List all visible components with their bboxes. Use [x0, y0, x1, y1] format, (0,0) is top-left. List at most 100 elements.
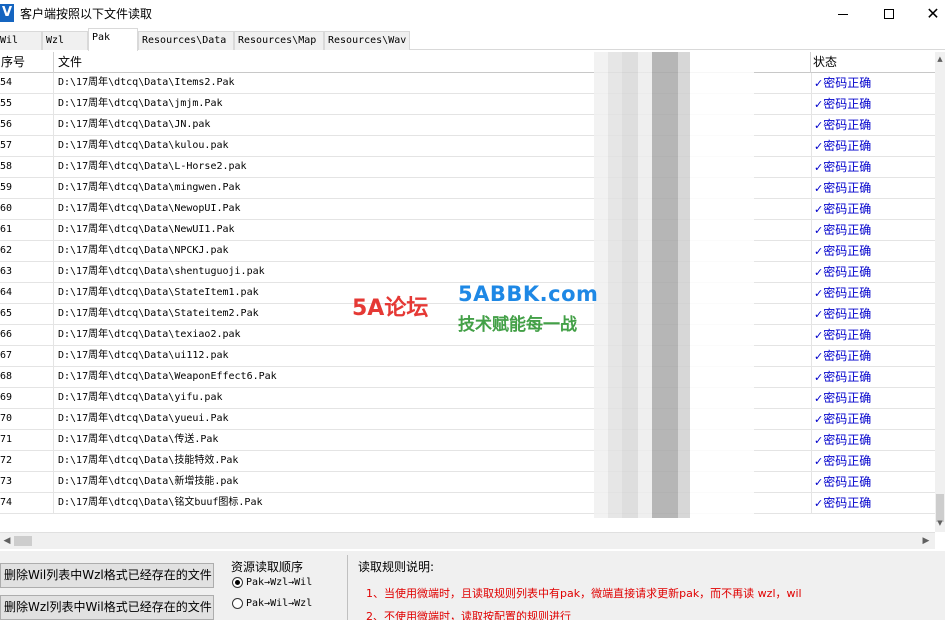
order-option-label: Pak→Wil→Wzl — [246, 598, 313, 609]
tab-wzl[interactable]: Wzl — [42, 31, 88, 50]
minimize-button[interactable] — [820, 0, 866, 28]
row-file-path: D:\17周年\dtcq\Data\yifu.pak — [58, 392, 223, 403]
row-status: ✓密码正确 — [811, 346, 935, 366]
check-icon: ✓ — [814, 119, 824, 132]
table-row[interactable]: 61 D:\17周年\dtcq\Data\NewUI1.Pak ✓密码正确 — [0, 220, 935, 241]
tab-wil[interactable]: Wil — [0, 31, 42, 50]
order-option-pak-wzl-wil[interactable]: Pak→Wzl→Wil — [232, 577, 312, 588]
row-index: 55 — [0, 94, 54, 114]
table-row[interactable]: 65 D:\17周年\dtcq\Data\Stateitem2.Pak ✓密码正确 — [0, 304, 935, 325]
row-status: ✓密码正确 — [811, 94, 935, 114]
row-index: 72 — [0, 451, 54, 471]
delete-wzl-duplicates-button[interactable]: 删除Wzl列表中Wil格式已经存在的文件 — [0, 595, 214, 620]
table-row[interactable]: 60 D:\17周年\dtcq\Data\NewopUI.Pak ✓密码正确 — [0, 199, 935, 220]
row-index: 60 — [0, 199, 54, 219]
check-icon: ✓ — [814, 287, 824, 300]
check-icon: ✓ — [814, 182, 824, 195]
row-status: ✓密码正确 — [811, 241, 935, 261]
table-row[interactable]: 58 D:\17周年\dtcq\Data\L-Horse2.pak ✓密码正确 — [0, 157, 935, 178]
table-row[interactable]: 56 D:\17周年\dtcq\Data\JN.pak ✓密码正确 — [0, 115, 935, 136]
table-row[interactable]: 72 D:\17周年\dtcq\Data\技能特效.Pak ✓密码正确 — [0, 451, 935, 472]
file-list-table[interactable]: 序号 文件 状态 54 D:\17周年\dtcq\Data\Items2.Pak ✓… — [0, 52, 935, 532]
row-file-path: D:\17周年\dtcq\Data\Stateitem2.Pak — [58, 308, 259, 319]
row-status: ✓密码正确 — [811, 451, 935, 471]
scroll-right-icon[interactable]: ▶ — [919, 534, 933, 548]
table-row[interactable]: 74 D:\17周年\dtcq\Data\铭文buuf图标.Pak ✓密码正确 — [0, 493, 935, 514]
close-button[interactable]: ✕ — [910, 0, 945, 28]
scroll-up-icon[interactable]: ▲ — [935, 54, 945, 64]
order-option-pak-wil-wzl[interactable]: Pak→Wil→Wzl — [232, 598, 312, 609]
maximize-button[interactable] — [866, 0, 912, 28]
table-row[interactable]: 59 D:\17周年\dtcq\Data\mingwen.Pak ✓密码正确 — [0, 178, 935, 199]
horizontal-scrollbar[interactable]: ◀ ▶ — [0, 532, 935, 549]
row-file-path: D:\17周年\dtcq\Data\Items2.Pak — [58, 77, 235, 88]
row-status-text: 密码正确 — [823, 391, 872, 405]
column-header-index[interactable]: 序号 — [0, 52, 54, 73]
tab-resources-data[interactable]: Resources\Data — [138, 31, 234, 50]
scroll-left-icon[interactable]: ◀ — [0, 534, 14, 548]
table-row[interactable]: 71 D:\17周年\dtcq\Data\传送.Pak ✓密码正确 — [0, 430, 935, 451]
row-status: ✓密码正确 — [811, 472, 935, 492]
row-file-path: D:\17周年\dtcq\Data\NewUI1.Pak — [58, 224, 235, 235]
row-file-path: D:\17周年\dtcq\Data\传送.Pak — [58, 434, 219, 445]
table-row[interactable]: 66 D:\17周年\dtcq\Data\texiao2.pak ✓密码正确 — [0, 325, 935, 346]
row-status: ✓密码正确 — [811, 199, 935, 219]
row-file-path: D:\17周年\dtcq\Data\铭文buuf图标.Pak — [58, 497, 263, 508]
row-index: 67 — [0, 346, 54, 366]
table-row[interactable]: 57 D:\17周年\dtcq\Data\kulou.pak ✓密码正确 — [0, 136, 935, 157]
row-status-text: 密码正确 — [823, 265, 872, 279]
row-file-path: D:\17周年\dtcq\Data\StateItem1.pak — [58, 287, 259, 298]
tab-pak[interactable]: Pak — [88, 28, 138, 51]
row-status-text: 密码正确 — [823, 475, 872, 489]
check-icon: ✓ — [814, 455, 824, 468]
row-status-text: 密码正确 — [823, 307, 872, 321]
row-status-text: 密码正确 — [823, 202, 872, 216]
panel-divider — [347, 555, 348, 620]
row-status-text: 密码正确 — [823, 160, 872, 174]
table-row[interactable]: 64 D:\17周年\dtcq\Data\StateItem1.pak ✓密码正确 — [0, 283, 935, 304]
horizontal-scroll-thumb[interactable] — [14, 536, 32, 546]
table-row[interactable]: 69 D:\17周年\dtcq\Data\yifu.pak ✓密码正确 — [0, 388, 935, 409]
check-icon: ✓ — [814, 77, 824, 90]
tab-resources-map[interactable]: Resources\Map — [234, 31, 324, 50]
table-row[interactable]: 62 D:\17周年\dtcq\Data\NPCKJ.pak ✓密码正确 — [0, 241, 935, 262]
check-icon: ✓ — [814, 497, 824, 510]
order-option-label: Pak→Wzl→Wil — [246, 577, 313, 588]
row-file-path: D:\17周年\dtcq\Data\NewopUI.Pak — [58, 203, 241, 214]
row-index: 74 — [0, 493, 54, 513]
table-row[interactable]: 68 D:\17周年\dtcq\Data\WeaponEffect6.Pak ✓密码… — [0, 367, 935, 388]
radio-unselected-icon[interactable] — [232, 598, 243, 609]
tab-strip: Wil Wzl Pak Resources\Data Resources\Map… — [0, 28, 945, 51]
radio-selected-icon[interactable] — [232, 577, 243, 588]
row-status: ✓密码正确 — [811, 73, 935, 93]
table-row[interactable]: 63 D:\17周年\dtcq\Data\shentuguoji.pak ✓密码正确 — [0, 262, 935, 283]
row-status: ✓密码正确 — [811, 388, 935, 408]
row-file-path: D:\17周年\dtcq\Data\kulou.pak — [58, 140, 229, 151]
table-row[interactable]: 55 D:\17周年\dtcq\Data\jmjm.Pak ✓密码正确 — [0, 94, 935, 115]
table-row[interactable]: 70 D:\17周年\dtcq\Data\yueui.Pak ✓密码正确 — [0, 409, 935, 430]
row-status-text: 密码正确 — [823, 496, 872, 510]
scroll-down-icon[interactable]: ▼ — [935, 518, 945, 528]
check-icon: ✓ — [814, 203, 824, 216]
table-row[interactable]: 73 D:\17周年\dtcq\Data\新增技能.pak ✓密码正确 — [0, 472, 935, 493]
table-row[interactable]: 54 D:\17周年\dtcq\Data\Items2.Pak ✓密码正确 — [0, 73, 935, 94]
row-index: 68 — [0, 367, 54, 387]
delete-wil-duplicates-button[interactable]: 删除Wil列表中Wzl格式已经存在的文件 — [0, 563, 214, 588]
maximize-icon — [884, 9, 894, 19]
row-status-text: 密码正确 — [823, 454, 872, 468]
row-index: 73 — [0, 472, 54, 492]
row-file-path: D:\17周年\dtcq\Data\shentuguoji.pak — [58, 266, 265, 277]
row-status-text: 密码正确 — [823, 181, 872, 195]
vertical-scrollbar[interactable]: ▲ ▼ — [935, 52, 945, 532]
row-file-path: D:\17周年\dtcq\Data\mingwen.Pak — [58, 182, 241, 193]
row-status-text: 密码正确 — [823, 412, 872, 426]
row-index: 66 — [0, 325, 54, 345]
row-status: ✓密码正确 — [811, 178, 935, 198]
column-header-status[interactable]: 状态 — [811, 52, 935, 73]
row-status: ✓密码正确 — [811, 409, 935, 429]
tab-resources-wav[interactable]: Resources\Wav — [324, 31, 410, 50]
row-index: 54 — [0, 73, 54, 93]
table-row[interactable]: 67 D:\17周年\dtcq\Data\ui112.pak ✓密码正确 — [0, 346, 935, 367]
row-index: 59 — [0, 178, 54, 198]
check-icon: ✓ — [814, 245, 824, 258]
